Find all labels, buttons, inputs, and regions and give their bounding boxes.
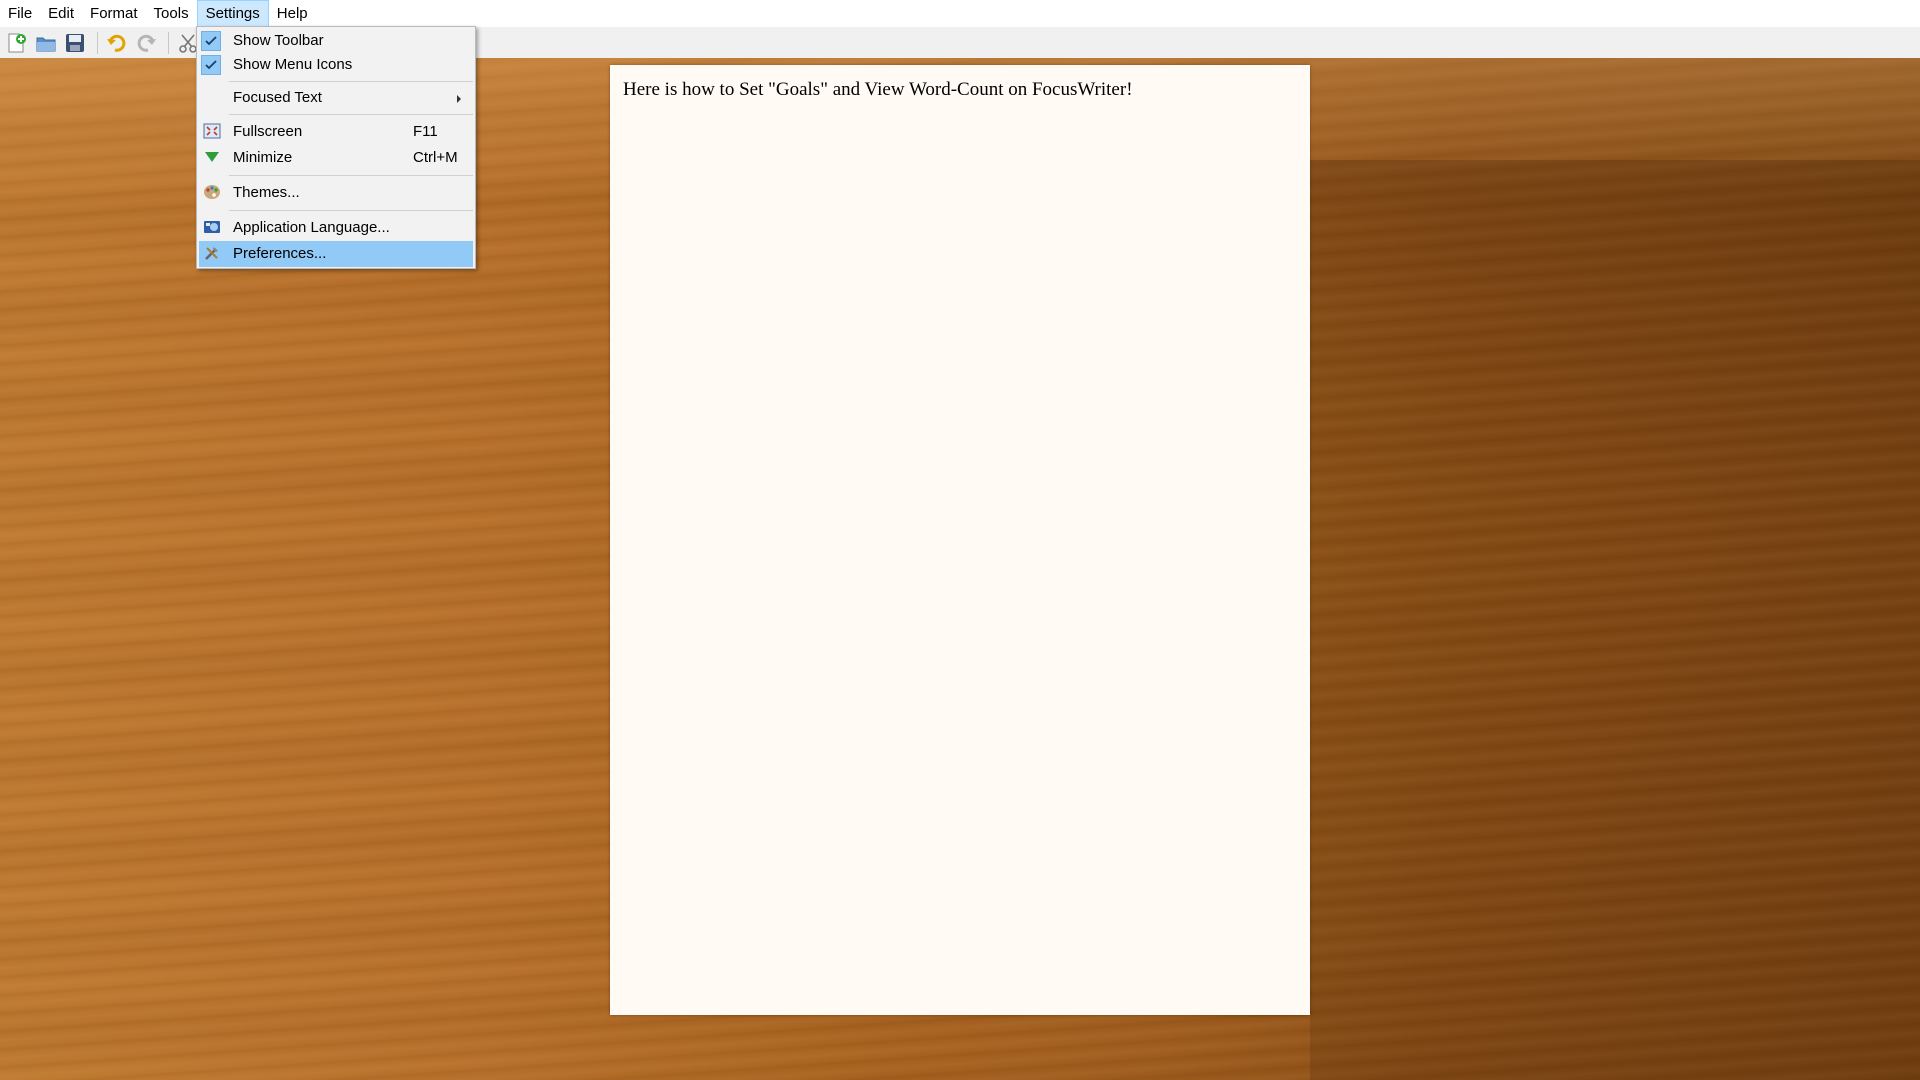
- menu-focused-text-label: Focused Text: [233, 89, 322, 106]
- submenu-arrow-icon: [457, 95, 461, 103]
- menu-fullscreen-label: Fullscreen: [233, 123, 303, 140]
- menu-show-menu-icons-label: Show Menu Icons: [233, 56, 353, 73]
- palette-icon: [203, 183, 221, 201]
- menu-fullscreen[interactable]: Fullscreen F11: [199, 119, 473, 145]
- undo-icon[interactable]: [104, 30, 130, 56]
- menu-preferences[interactable]: Preferences...: [199, 241, 473, 267]
- language-icon: [203, 218, 221, 236]
- menu-application-language-label: Application Language...: [233, 219, 390, 236]
- menu-file[interactable]: File: [0, 0, 40, 27]
- fullscreen-icon: [203, 122, 221, 140]
- menu-show-toolbar[interactable]: Show Toolbar: [199, 29, 473, 53]
- document-text[interactable]: Here is how to Set "Goals" and View Word…: [623, 79, 1133, 101]
- toolbar-separator: [168, 31, 169, 54]
- save-disk-icon[interactable]: [62, 30, 88, 56]
- menu-edit[interactable]: Edit: [40, 0, 82, 27]
- checkmark-icon: [201, 31, 221, 51]
- menu-separator: [229, 114, 473, 115]
- menu-bar: File Edit Format Tools Settings Help: [0, 0, 1920, 27]
- minimize-arrow-icon: [203, 148, 221, 166]
- open-folder-icon[interactable]: [33, 30, 59, 56]
- wood-shadow: [1310, 160, 1920, 1080]
- menu-separator: [229, 81, 473, 82]
- menu-show-menu-icons[interactable]: Show Menu Icons: [199, 53, 473, 77]
- checkmark-icon: [201, 55, 221, 75]
- new-document-icon[interactable]: [4, 30, 30, 56]
- settings-dropdown-menu: Show Toolbar Show Menu Icons Focused Tex…: [196, 26, 476, 269]
- menu-themes-label: Themes...: [233, 184, 300, 201]
- redo-icon[interactable]: [133, 30, 159, 56]
- toolbar-separator: [97, 31, 98, 54]
- menu-minimize[interactable]: Minimize Ctrl+M: [199, 145, 473, 171]
- menu-themes[interactable]: Themes...: [199, 180, 473, 206]
- menu-separator: [229, 175, 473, 176]
- menu-minimize-shortcut: Ctrl+M: [413, 149, 458, 166]
- menu-help[interactable]: Help: [269, 0, 316, 27]
- document-page[interactable]: Here is how to Set "Goals" and View Word…: [610, 65, 1310, 1015]
- menu-preferences-label: Preferences...: [233, 245, 327, 262]
- menu-minimize-label: Minimize: [233, 149, 293, 166]
- menu-focused-text[interactable]: Focused Text: [199, 86, 473, 110]
- menu-tools[interactable]: Tools: [146, 0, 197, 27]
- menu-settings[interactable]: Settings: [196, 0, 269, 27]
- menu-format[interactable]: Format: [82, 0, 146, 27]
- menu-application-language[interactable]: Application Language...: [199, 215, 473, 241]
- menu-separator: [229, 210, 473, 211]
- menu-fullscreen-shortcut: F11: [413, 123, 438, 140]
- menu-show-toolbar-label: Show Toolbar: [233, 32, 324, 49]
- tools-icon: [203, 244, 221, 262]
